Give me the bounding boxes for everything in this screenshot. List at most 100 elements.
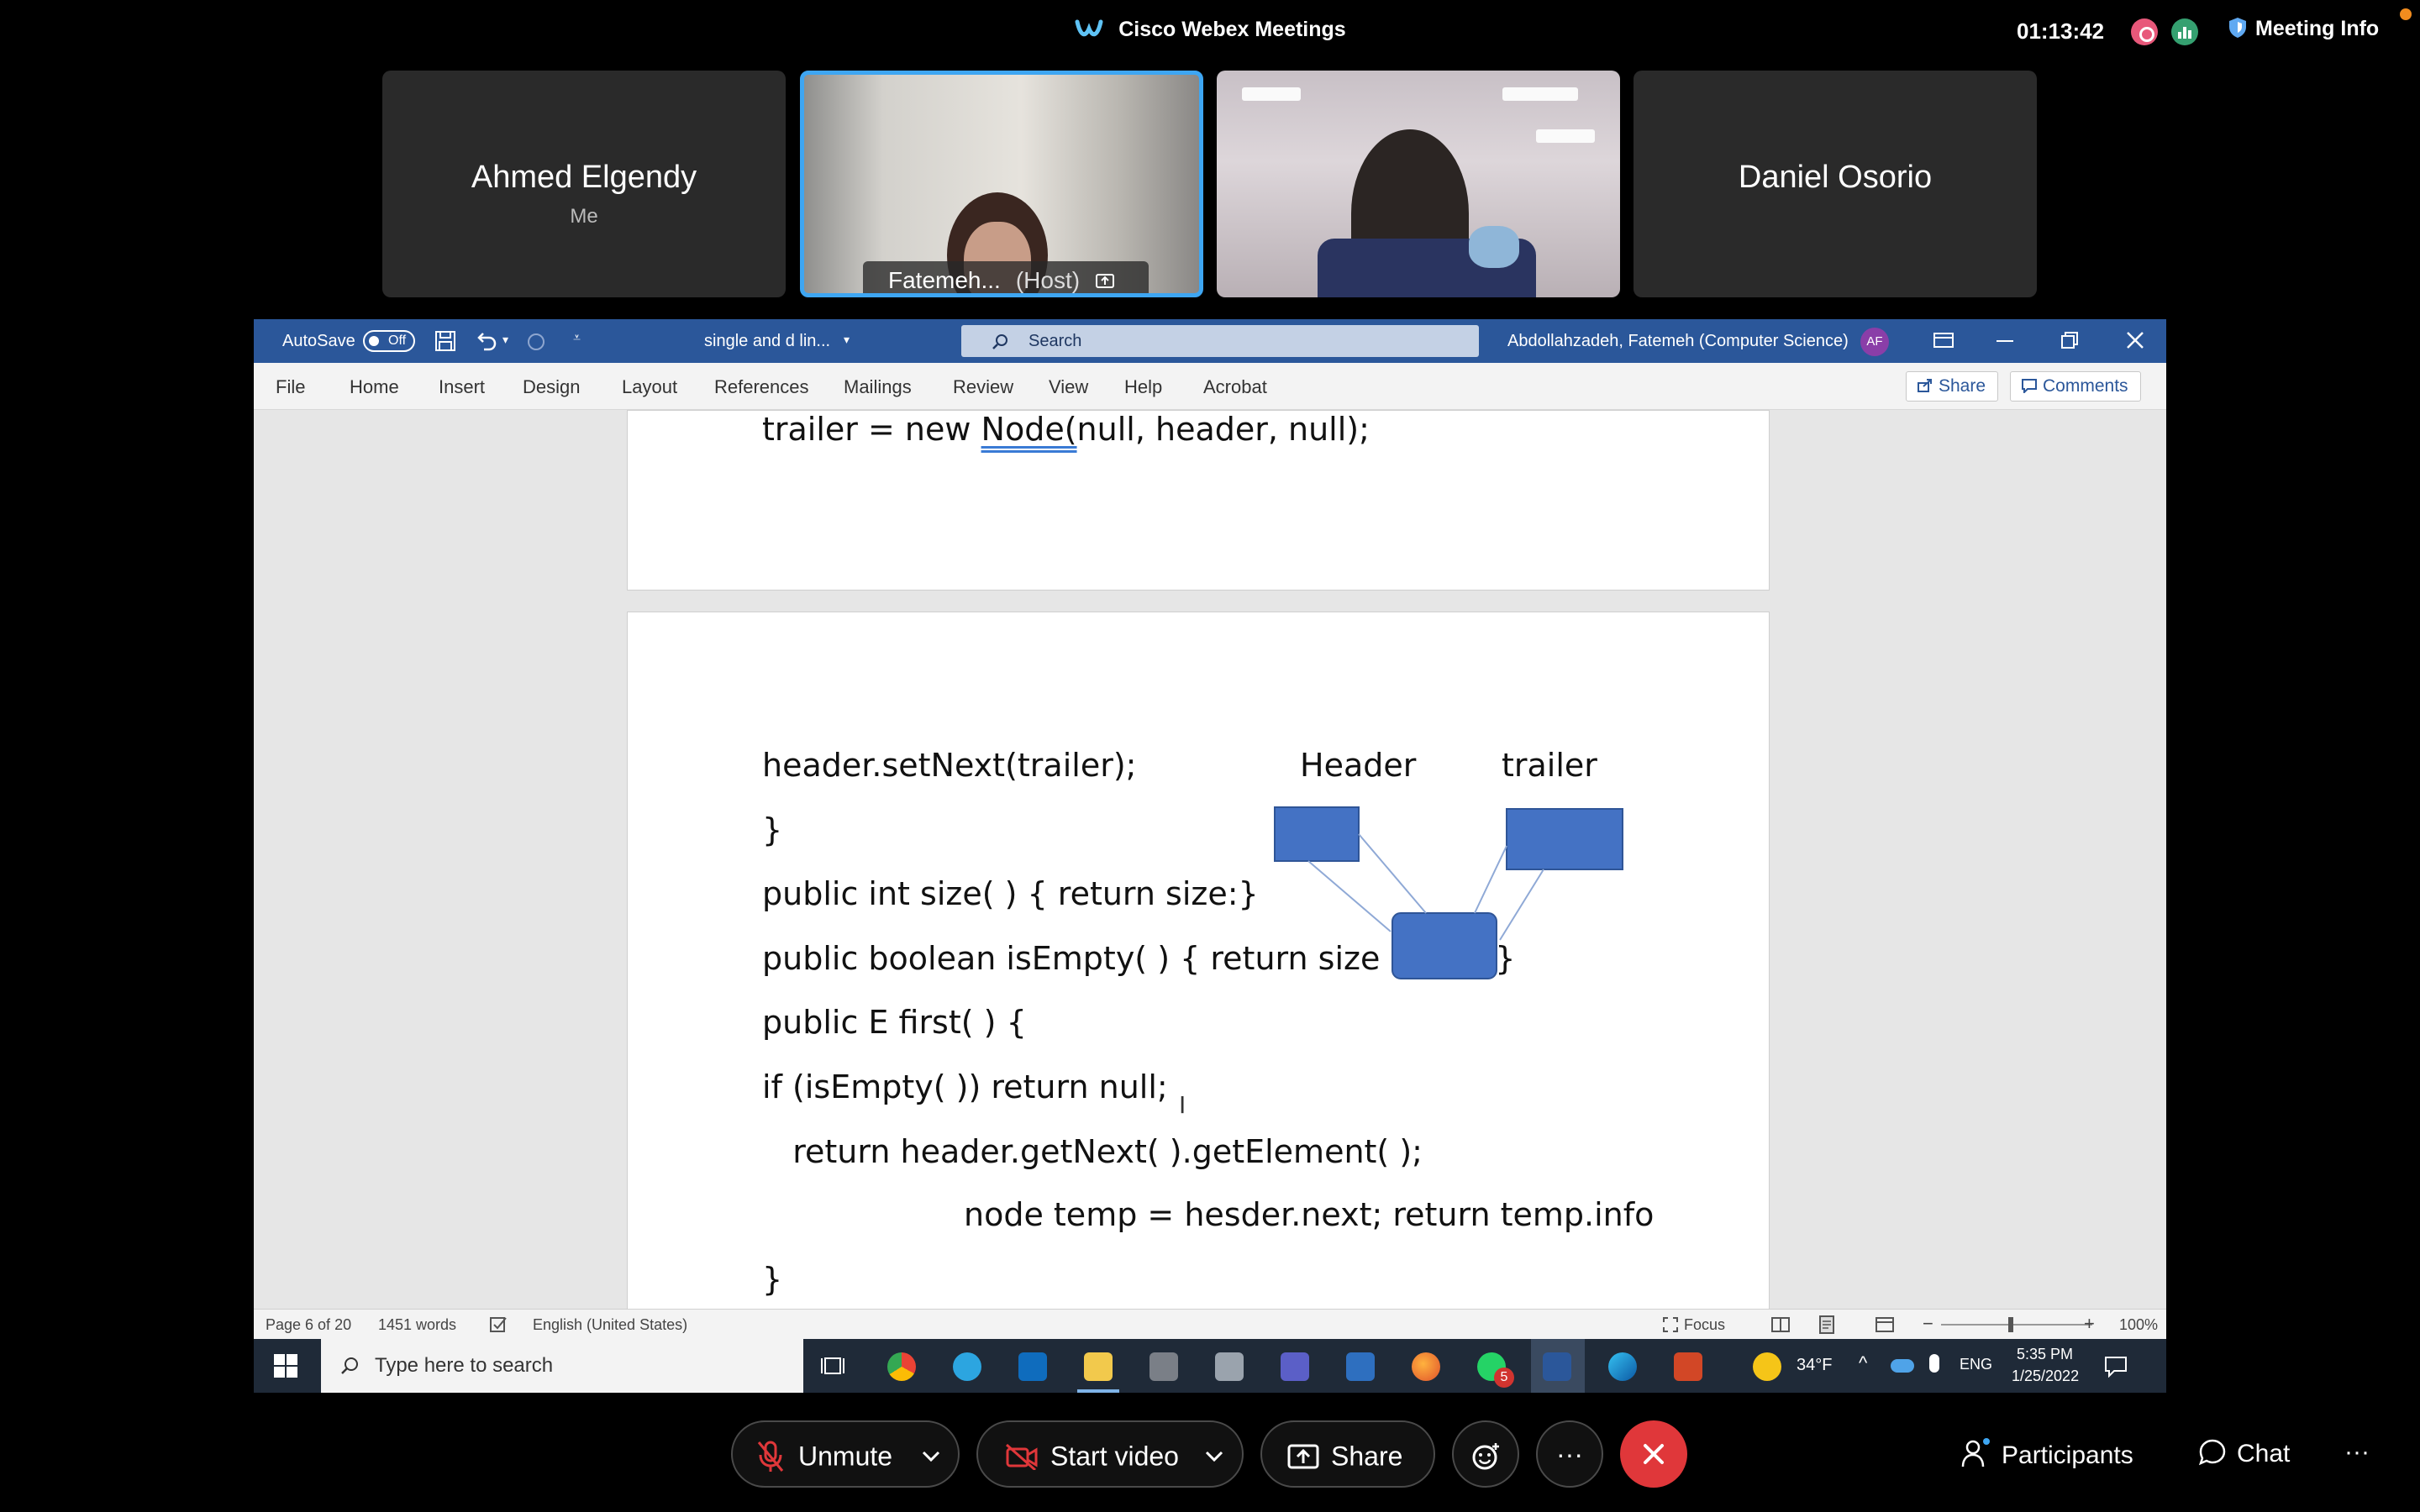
edge-icon[interactable] — [1608, 1352, 1637, 1381]
app-icon[interactable] — [1215, 1352, 1244, 1381]
tab-help[interactable]: Help — [1124, 376, 1162, 398]
linked-list-diagram[interactable] — [1266, 797, 1653, 982]
tab-layout[interactable]: Layout — [622, 376, 677, 398]
unmute-button[interactable]: Unmute — [731, 1420, 960, 1488]
sharing-icon — [1095, 274, 1114, 288]
title-dropdown-icon[interactable]: ▾ — [844, 333, 850, 347]
page-count[interactable]: Page 6 of 20 — [266, 1316, 351, 1334]
zoom-level[interactable]: 100% — [2119, 1316, 2158, 1334]
autosave-label: AutoSave — [282, 332, 355, 350]
chevron-down-icon[interactable] — [1205, 1451, 1223, 1462]
document-page-6[interactable]: header.setNext(trailer); } public int si… — [627, 612, 1770, 1334]
share-screen-icon — [1287, 1444, 1319, 1469]
document-page-5[interactable]: trailer = new Node(null, header, null); — [627, 410, 1770, 591]
tab-review[interactable]: Review — [953, 376, 1013, 398]
participant-tile-ahmed[interactable]: Ahmed Elgendy Me — [382, 71, 786, 297]
tools-icon[interactable] — [1150, 1352, 1178, 1381]
weather-temp[interactable]: 34°F — [1797, 1356, 1832, 1375]
task-view-icon[interactable] — [820, 1354, 845, 1378]
start-video-button[interactable]: Start video — [976, 1420, 1244, 1488]
web-layout-icon[interactable] — [1876, 1317, 1894, 1332]
participants-button[interactable]: Participants — [1961, 1438, 2133, 1470]
tab-home[interactable]: Home — [350, 376, 399, 398]
read-mode-icon[interactable] — [1771, 1317, 1790, 1332]
notifications-icon[interactable] — [2104, 1356, 2128, 1378]
close-icon — [1644, 1444, 1664, 1464]
header-node — [1274, 806, 1360, 862]
participant-tile-daniel[interactable]: Daniel Osorio — [1634, 71, 2037, 297]
overflow-menu-button[interactable]: ··· — [2344, 1438, 2370, 1467]
zoom-slider[interactable] — [1941, 1324, 2092, 1326]
avatar[interactable]: AF — [1860, 328, 1889, 356]
chevron-down-icon[interactable] — [922, 1451, 940, 1462]
chat-button[interactable]: Chat — [2198, 1438, 2290, 1468]
word-search-box[interactable]: Search — [961, 325, 1479, 357]
close-icon[interactable] — [2126, 331, 2144, 349]
diagram-line — [1307, 860, 1392, 932]
microphone-icon[interactable] — [1929, 1354, 1939, 1373]
outlook-icon[interactable] — [1018, 1352, 1047, 1381]
undo-dropdown-icon[interactable]: ▾ — [502, 333, 508, 347]
redo-icon[interactable] — [524, 329, 548, 353]
clock-date[interactable]: 1/25/2022 — [2012, 1368, 2079, 1385]
tab-design[interactable]: Design — [523, 376, 580, 398]
clock-time[interactable]: 5:35 PM — [2017, 1346, 2073, 1363]
ceiling-light — [1242, 87, 1301, 101]
ceiling-light — [1536, 129, 1595, 143]
tab-file[interactable]: File — [276, 376, 305, 398]
file-explorer-icon[interactable] — [1084, 1352, 1113, 1381]
proofing-icon[interactable] — [489, 1316, 508, 1333]
save-icon[interactable] — [434, 329, 457, 353]
undo-icon[interactable] — [474, 329, 497, 353]
windows-start-icon[interactable] — [274, 1354, 297, 1378]
autosave-toggle[interactable]: Off — [363, 330, 415, 352]
meeting-info-button[interactable]: Meeting Info — [2228, 17, 2379, 41]
tab-view[interactable]: View — [1049, 376, 1088, 398]
tab-insert[interactable]: Insert — [439, 376, 485, 398]
trailer-node — [1506, 808, 1623, 870]
firefox-icon[interactable] — [1412, 1352, 1440, 1381]
comments-label: Comments — [2043, 376, 2128, 396]
participant-tile-video[interactable] — [1217, 71, 1620, 297]
tab-references[interactable]: References — [714, 376, 809, 398]
zoom-slider-thumb[interactable] — [2008, 1317, 2013, 1332]
comments-button[interactable]: Comments — [2010, 371, 2141, 402]
telegram-icon[interactable] — [953, 1352, 981, 1381]
participant-name: Fatemeh... — [888, 267, 1001, 293]
word-icon[interactable] — [1543, 1352, 1571, 1381]
participant-tile-host[interactable]: Fatemeh... (Host) — [800, 71, 1203, 297]
powerpoint-icon[interactable] — [1674, 1352, 1702, 1381]
chrome-icon[interactable] — [887, 1352, 916, 1381]
customize-toolbar-icon[interactable]: ⩡ — [573, 331, 581, 346]
word-count[interactable]: 1451 words — [378, 1316, 456, 1334]
code-line: } — [762, 811, 783, 848]
taskbar-search[interactable]: Type here to search — [321, 1339, 803, 1393]
zoom-out-icon[interactable]: − — [1923, 1313, 1933, 1335]
more-options-button[interactable]: ··· — [1536, 1420, 1603, 1488]
focus-button[interactable]: Focus — [1684, 1316, 1725, 1334]
print-layout-icon[interactable] — [1818, 1315, 1835, 1334]
ribbon-display-icon[interactable] — [1933, 331, 1954, 349]
end-call-button[interactable] — [1620, 1420, 1687, 1488]
ribbon-tabs: File Home Insert Design Layout Reference… — [254, 363, 2166, 410]
teams-icon[interactable] — [1281, 1352, 1309, 1381]
zoom-in-icon[interactable]: + — [2084, 1313, 2095, 1335]
restore-icon[interactable] — [2060, 331, 2079, 349]
tray-chevron-icon[interactable]: ^ — [1859, 1352, 1867, 1374]
tab-acrobat[interactable]: Acrobat — [1203, 376, 1267, 398]
share-button[interactable]: Share — [1260, 1420, 1435, 1488]
minimize-icon[interactable] — [1996, 339, 2013, 343]
document-title[interactable]: single and d lin... — [704, 332, 830, 351]
account-name[interactable]: Abdollahzadeh, Fatemeh (Computer Science… — [1507, 332, 1849, 351]
app-icon-blue[interactable] — [1346, 1352, 1375, 1381]
ceiling-light — [1502, 87, 1578, 101]
tab-mailings[interactable]: Mailings — [844, 376, 912, 398]
share-button[interactable]: Share — [1906, 371, 1999, 402]
recording-icon[interactable] — [2131, 18, 2158, 45]
language-indicator[interactable]: English (United States) — [533, 1316, 687, 1334]
reactions-button[interactable] — [1452, 1420, 1519, 1488]
language-indicator[interactable]: ENG — [1960, 1356, 1992, 1373]
onedrive-icon[interactable] — [1891, 1359, 1914, 1373]
weather-icon[interactable] — [1753, 1352, 1781, 1381]
network-stats-icon[interactable] — [2171, 18, 2198, 45]
